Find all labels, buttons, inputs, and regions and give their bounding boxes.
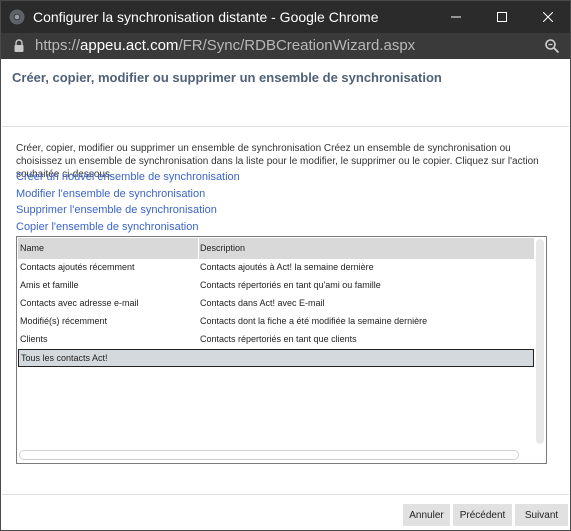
table-header: Name Description <box>18 238 534 259</box>
vertical-scrollbar-thumb[interactable] <box>536 239 544 444</box>
cell-description: Contacts ajoutés à Act! la semaine derni… <box>200 262 374 272</box>
cell-description: Contacts répertoriés en tant que clients <box>200 334 357 344</box>
url-path: /FR/Sync/RDBCreationWizard.aspx <box>178 37 416 54</box>
vertical-scrollbar[interactable] <box>534 238 546 449</box>
cancel-button[interactable]: Annuler <box>403 504 450 526</box>
horizontal-scrollbar[interactable] <box>18 448 534 462</box>
maximize-icon <box>497 12 507 22</box>
column-header-description[interactable]: Description <box>200 243 245 253</box>
cell-name: Contacts ajoutés récemment <box>20 262 135 272</box>
cell-description: Contacts dans Act! avec E-mail <box>200 298 325 308</box>
table-row[interactable]: Clients Contacts répertoriés en tant que… <box>18 330 534 348</box>
url-text[interactable]: https://appeu.act.com/FR/Sync/RDBCreatio… <box>35 37 415 54</box>
page-title: Créer, copier, modifier ou supprimer un … <box>12 70 442 85</box>
next-button[interactable]: Suivant <box>515 504 568 526</box>
previous-button[interactable]: Précédent <box>453 504 512 526</box>
cell-name: Contacts avec adresse e-mail <box>20 298 139 308</box>
column-separator[interactable] <box>198 238 199 259</box>
cell-description: Contacts dont la fiche a été modifiée la… <box>200 316 428 326</box>
zoom-icon[interactable] <box>544 38 560 54</box>
cell-name: Amis et famille <box>20 280 79 290</box>
close-button[interactable] <box>525 1 570 33</box>
divider <box>2 126 569 127</box>
horizontal-scrollbar-thumb[interactable] <box>19 450 519 460</box>
title-bar: Configurer la synchronisation distante -… <box>1 1 570 33</box>
minimize-icon <box>451 16 461 18</box>
create-sync-set-link[interactable]: Créer un nouvel ensemble de synchronisat… <box>16 171 240 183</box>
table-row-selected[interactable]: Tous les contacts Act! <box>18 349 534 367</box>
divider <box>2 494 569 495</box>
lock-icon <box>14 39 24 52</box>
browser-window: Configurer la synchronisation distante -… <box>0 0 571 531</box>
maximize-button[interactable] <box>479 1 525 33</box>
cell-description: Contacts répertoriés en tant qu'ami ou f… <box>200 280 381 290</box>
url-host: appeu.act.com <box>80 37 179 54</box>
close-icon <box>543 12 553 22</box>
sync-sets-table: Name Description Contacts ajoutés récemm… <box>16 236 547 464</box>
copy-sync-set-link[interactable]: Copier l'ensemble de synchronisation <box>16 221 198 233</box>
table-row[interactable]: Contacts avec adresse e-mail Contacts da… <box>18 294 534 312</box>
chrome-logo-icon <box>9 9 25 25</box>
delete-sync-set-link[interactable]: Supprimer l'ensemble de synchronisation <box>16 204 217 216</box>
table-row[interactable]: Modifié(s) récemment Contacts dont la fi… <box>18 312 534 330</box>
cell-name: Modifié(s) récemment <box>20 316 108 326</box>
window-title: Configurer la synchronisation distante -… <box>33 9 379 25</box>
address-bar[interactable]: https://appeu.act.com/FR/Sync/RDBCreatio… <box>1 33 570 59</box>
table-row[interactable]: Contacts ajoutés récemment Contacts ajou… <box>18 258 534 276</box>
minimize-button[interactable] <box>433 1 479 33</box>
table-row[interactable]: Amis et famille Contacts répertoriés en … <box>18 276 534 294</box>
modify-sync-set-link[interactable]: Modifier l'ensemble de synchronisation <box>16 188 205 200</box>
url-scheme: https:// <box>35 37 81 54</box>
cell-name: Clients <box>20 334 48 344</box>
column-header-name[interactable]: Name <box>20 243 44 253</box>
cell-name: Tous les contacts Act! <box>21 353 108 363</box>
